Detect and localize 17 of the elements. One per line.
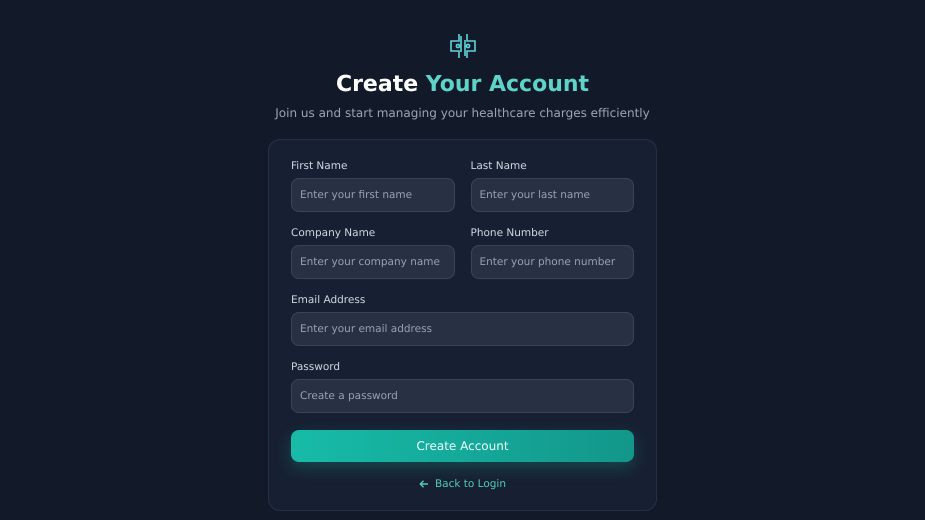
input-field[interactable]: Enter your email address (291, 312, 634, 346)
input-field[interactable]: Create a password (291, 379, 634, 413)
field-label: First Name (291, 160, 348, 172)
input-field[interactable]: Enter your company name (291, 245, 454, 279)
field-label: Email Address (291, 294, 366, 306)
field-label: Last Name (470, 160, 528, 172)
field-label: Company Name (291, 227, 376, 239)
page-subtitle: Join us and start managing your healthcare charges efficiently (275, 106, 650, 120)
page-title: Create Your Account (336, 71, 590, 99)
input-field[interactable]: Enter your phone number (470, 245, 634, 279)
field-label: Phone Number (470, 227, 550, 239)
field-label: Password (291, 361, 342, 373)
input-field[interactable]: Enter your last name (470, 178, 634, 212)
back-to-login-link[interactable]: Back to Login (418, 478, 506, 490)
logo-icon (448, 32, 476, 60)
input-field[interactable]: Enter your first name (291, 178, 454, 212)
arrow-left-icon (418, 479, 429, 489)
